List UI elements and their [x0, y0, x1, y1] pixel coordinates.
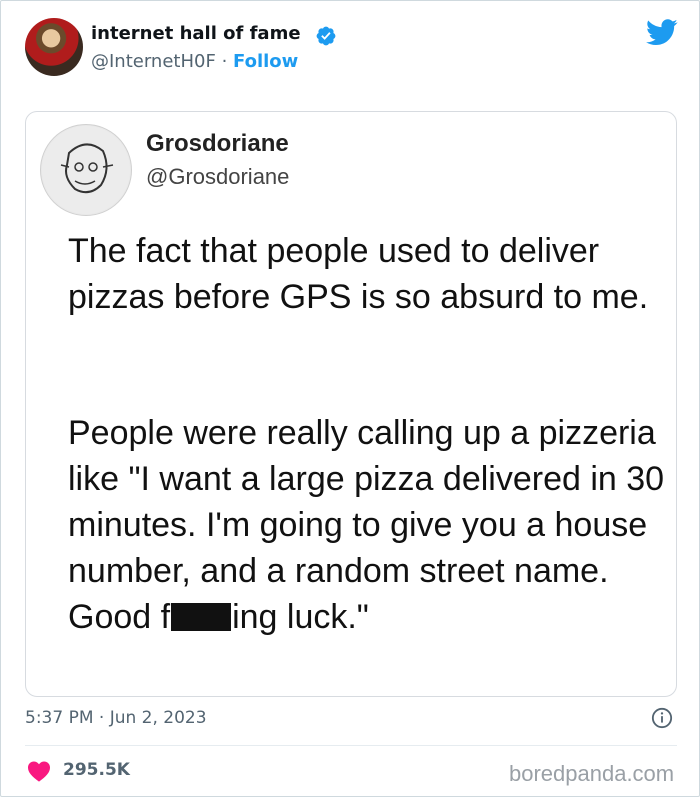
quoted-paragraph-1: The fact that people used to deliver piz… [68, 232, 649, 316]
tweet-timestamp[interactable]: 5:37 PM · Jun 2, 2023 [25, 708, 207, 728]
like-count[interactable]: 295.5K [63, 760, 130, 780]
boredpanda-watermark: boredpanda.com [509, 761, 675, 786]
quoted-tweet-image[interactable]: Grosdoriane @Grosdoriane The fact that p… [25, 111, 677, 697]
heart-icon[interactable] [27, 760, 51, 782]
twitter-bird-icon[interactable] [646, 19, 678, 46]
author-name[interactable]: internet hall of fame [91, 23, 301, 44]
quoted-avatar [40, 124, 132, 216]
quoted-handle: @Grosdoriane [146, 164, 290, 189]
quoted-name: Grosdoriane [146, 130, 289, 157]
info-icon[interactable] [651, 707, 673, 729]
divider [25, 745, 677, 746]
tweet-card: internet hall of fame @InternetH0F · Fol… [0, 0, 700, 797]
author-handle[interactable]: @InternetH0F [91, 51, 216, 72]
follow-button[interactable]: Follow [233, 51, 298, 72]
separator: · [221, 51, 228, 72]
quoted-paragraph-2: People were really calling up a pizzeria… [68, 410, 668, 640]
author-avatar[interactable] [25, 18, 83, 76]
author-handle-row: @InternetH0F · Follow [91, 51, 298, 72]
verified-badge-icon [316, 26, 336, 46]
quoted-paragraph-2-after: ing luck." [232, 598, 369, 636]
redaction-bar [171, 603, 232, 631]
